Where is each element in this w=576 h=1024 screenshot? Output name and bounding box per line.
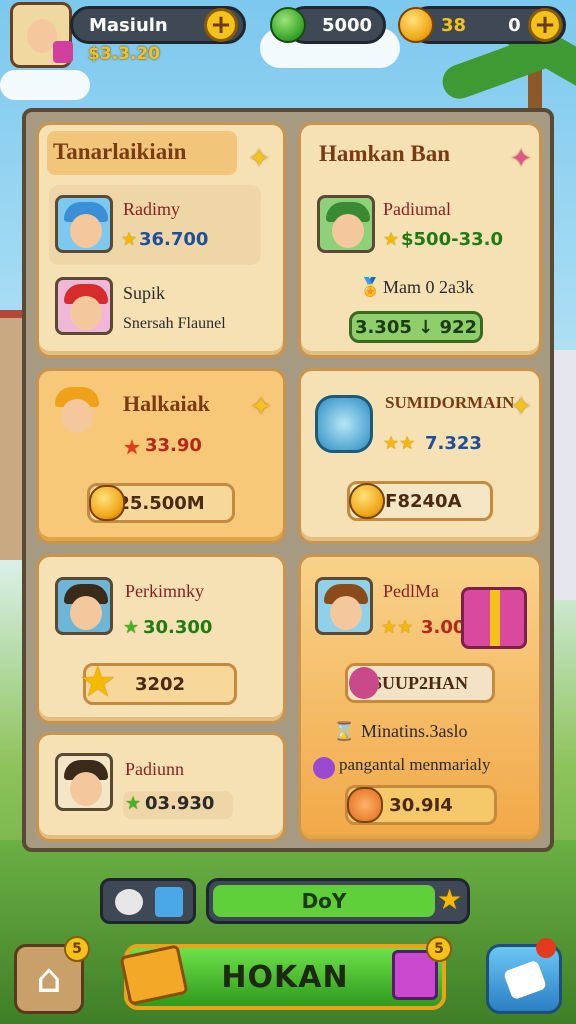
card-title: Padiunn [125,759,185,779]
card-title: Tanarlaikiain [53,139,187,164]
gems-count: 5000 [321,14,373,36]
day-label: DoY [213,885,435,917]
day-bar: DoY ★ [206,878,470,924]
card-value: 30.300 [143,617,213,638]
medal-icon: 🏅 [359,277,382,298]
progress-bar: 3.305 ↓ 922 [349,311,483,343]
coins-count: 38 [441,14,467,36]
quest-board: Tanarlaikiain ✦ Radimy ★ 36.700 Supik Sn… [22,108,554,852]
row-name: Supik [123,283,166,303]
star-icon: ★ [121,229,138,250]
star-close-icon[interactable]: ✦ [507,145,535,173]
house-left [0,310,22,560]
avatar [55,277,113,335]
star-icon: ★ [123,617,140,638]
row-value: 36.700 [139,229,209,250]
avatar [317,195,375,253]
card-title: Halkaiak [123,391,210,416]
home-badge: 5 [64,936,90,962]
coins-extra: 0 [508,14,521,36]
avatar [55,753,113,811]
shield-icon [315,395,373,453]
avatar [49,383,107,441]
player-avatar[interactable] [10,2,73,68]
star-close-icon[interactable]: ✦ [245,145,273,173]
gift-badge: 5 [426,936,452,962]
row-name: Padiumal [383,199,451,219]
quest-card-3[interactable]: Halkaiak ✦ ★ 33.90 25.500M [36,368,286,544]
feather-icon [349,667,379,699]
notification-dot [536,938,556,958]
quest-card-5[interactable]: Perkimnky ★ 30.300 3202 ★ [36,554,286,724]
chat-icon [502,959,548,1001]
card-title: SUMIDORMAIN [385,393,515,412]
quest-card-6[interactable]: PedlMa ★★ 3.00 SUUP2HAN ⌛ Minatins.3aslo… [298,554,542,842]
clock-icon: ⌛ [333,721,356,742]
inventory-button[interactable] [100,878,196,924]
card-icon [155,887,183,917]
quest-card-2[interactable]: Hamkan Ban ✦ Padiumal ★ $500-33.0 🏅 Mam … [298,122,542,358]
card-title: Hamkan Ban [319,141,451,166]
sub-label: Mam 0 2a3k [383,277,474,297]
info-line-1: Minatins.3aslo [361,721,468,741]
star-icon: ★ [125,793,142,814]
card-value: 7.323 [425,433,482,454]
avatar [315,577,373,635]
gold-egg-icon [89,485,125,521]
row-value: $500-33.0 [401,229,503,250]
smiley-icon [349,483,385,519]
info-line-2: pangantal menmarialy [339,755,491,774]
gift-icon [53,41,73,63]
star-icon: ★ [123,435,141,459]
avatar [55,195,113,253]
star-icon: ★ [437,883,463,916]
player-name: Masiuln [89,14,168,36]
star-close-icon[interactable]: ✦ [247,393,275,421]
gem-icon [270,7,306,43]
card-value: 33.90 [145,435,202,456]
quest-card-1[interactable]: Tanarlaikiain ✦ Radimy ★ 36.700 Supik Sn… [36,122,286,358]
card-value: 3.00 [421,617,466,638]
quest-card-7[interactable]: Padiunn ★ 03.930 [36,732,286,842]
star-icon: ★★ [383,433,416,454]
card-value: 03.930 [145,793,215,814]
card-title: Perkimnky [125,581,204,601]
cat-icon [115,889,143,915]
coin-icon [398,7,434,43]
ball-icon [347,787,383,823]
player-coins: $3.3.20 [88,44,161,64]
row-name: Radimy [123,199,180,219]
big-star-icon: ★ [79,657,117,706]
cloud [0,70,90,100]
avatar [55,577,113,635]
star-close-icon[interactable]: ✦ [507,393,535,421]
row-desc: Snersah Flaunel [123,315,226,332]
add-button[interactable]: + [204,8,238,42]
house-right [554,350,576,600]
star-icon: ★ [383,229,400,250]
gift-box-icon[interactable] [461,587,527,649]
quest-card-4[interactable]: SUMIDORMAIN ✦ ★★ 7.323 IF8240A [298,368,542,544]
card-title: PedlMa [383,581,439,601]
add-coins-button[interactable]: + [528,8,562,42]
star-icon: ★★ [381,617,414,638]
gem-icon [313,757,335,779]
